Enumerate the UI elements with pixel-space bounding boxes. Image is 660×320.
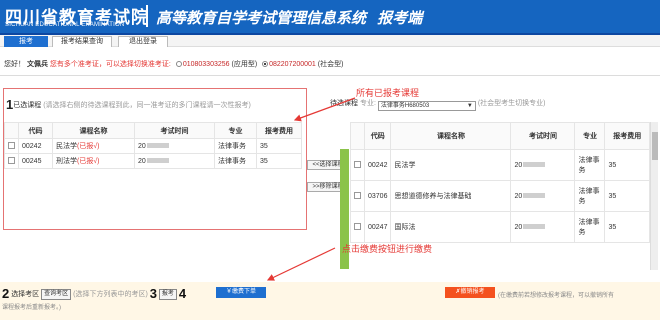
step-number-2: 2 — [2, 286, 10, 301]
annotation-all-courses: 所有已报考课程 — [356, 88, 420, 98]
arrow-to-pay-button — [266, 247, 336, 281]
action-bar-steps: 2 选择考区 查询考区 (选择下方列表中的考区) 3 报考 4 — [2, 286, 186, 301]
annotation-click-pay: 点击缴费按钮进行缴费 — [342, 244, 433, 254]
arrow-to-selected-courses — [293, 97, 356, 122]
step-number-3: 3 — [149, 286, 157, 301]
annotation-arrows — [266, 97, 356, 281]
cancel-note-continued: 课程报考后重新报考。) — [2, 305, 61, 311]
query-area-button[interactable]: 查询考区 — [41, 289, 72, 300]
signup-button[interactable]: 报考 — [158, 289, 177, 300]
area-hint: (选择下方列表中的考区) — [73, 291, 148, 298]
pay-order-button[interactable]: ￥缴费下单 — [216, 287, 266, 298]
step-number-4: 4 — [178, 286, 187, 301]
cancel-signup-button[interactable]: ✗撤销报考 — [445, 287, 495, 298]
cancel-note: (在缴费前若想修改报考课程，可以撤销所有 — [498, 293, 614, 299]
choose-area-label: 选择考区 — [11, 291, 40, 298]
